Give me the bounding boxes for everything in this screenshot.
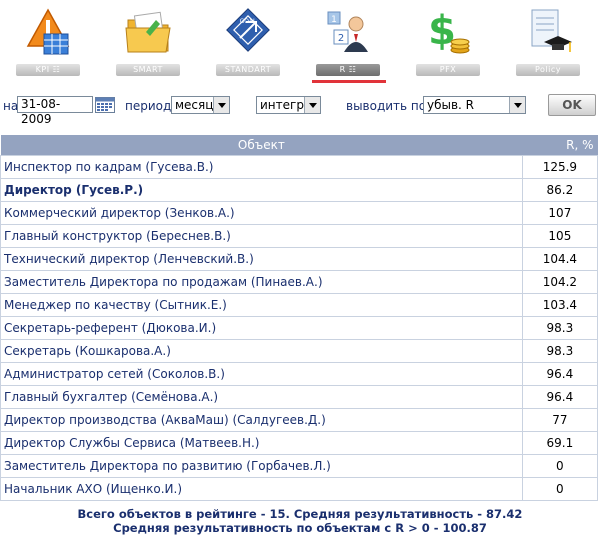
summary-positive-line: Средняя результативность по объектам с R… [113,521,487,535]
chevron-down-icon [213,97,229,113]
r-value-cell: 98.3 [521,316,599,340]
nav-item-policy[interactable]: Policy [516,0,580,80]
r-value-cell: 96.4 [521,385,599,409]
ok-button[interactable]: OK [548,94,596,116]
r-value-cell: 103.4 [521,293,599,317]
nav-label-smart: SMART [116,64,180,76]
summary-total-line: Всего объектов в рейтинге - 15. Средняя … [77,507,523,521]
object-name-cell[interactable]: Менеджер по качеству (Сытник.Е.) [0,293,523,317]
table-row[interactable]: Секретарь (Кошкарова.А.) 98.3 [0,339,599,363]
table-row[interactable]: Секретарь-референт (Дюкова.И.) 98.3 [0,316,599,340]
r-value-cell: 96.4 [521,362,599,386]
table-row[interactable]: Инспектор по кадрам (Гусева.В.) 125.9 [0,155,599,179]
r-value-cell: 86.2 [521,178,599,202]
object-name-cell[interactable]: Директор производства (АкваМаш) (Салдуге… [0,408,523,432]
type-select[interactable]: интеграл [256,96,321,114]
policy-scroll-cap-icon [531,9,572,52]
object-name-cell[interactable]: Директор Службы Сервиса (Матвеев.Н.) [0,431,523,455]
nav-item-kpi[interactable]: KPI ☷ [16,0,80,80]
module-toolbar: KPI ☷ SMART GOAL STANDART 1 2 R ☷ $ PFX … [0,0,600,86]
nav-item-smart[interactable]: SMART [116,0,180,80]
chevron-down-icon [509,97,525,113]
column-header-r[interactable]: R, % [522,135,598,156]
object-name-cell[interactable]: Администратор сетей (Соколов.В.) [0,362,523,386]
pfx-dollar-coins-icon: $ [428,8,470,54]
filter-bar: на 31-08-2009 период месяц интеграл выво… [0,93,600,126]
standart-goal-icon: GOAL [226,8,270,52]
r-value-cell: 105 [521,224,599,248]
active-tab-indicator [312,80,386,83]
nav-label-r: R ☷ [316,64,380,76]
rating-table: Объект R, % Инспектор по кадрам (Гусева.… [0,135,599,501]
smart-folder-icon [125,11,171,53]
r-value-cell: 104.2 [521,270,599,294]
r-value-cell: 0 [521,477,599,501]
r-person-icon: 1 2 [327,11,368,52]
date-input[interactable]: 31-08-2009 [17,96,93,126]
object-name-cell[interactable]: Главный бухгалтер (Семёнова.А.) [0,385,523,409]
r-value-cell: 107 [521,201,599,225]
table-row[interactable]: Главный конструктор (Береснев.В.) 105 [0,224,599,248]
r-value-cell: 98.3 [521,339,599,363]
object-name-cell[interactable]: Заместитель Директора по продажам (Пинае… [0,270,523,294]
table-row[interactable]: Технический директор (Ленчевский.В.) 104.… [0,247,599,271]
table-row[interactable]: Администратор сетей (Соколов.В.) 96.4 [0,362,599,386]
table-row[interactable]: Директор производства (АкваМаш) (Салдуге… [0,408,599,432]
table-row[interactable]: Начальник АХО (Ищенко.И.) 0 [0,477,599,501]
rating-summary: Всего объектов в рейтинге - 15. Средняя … [0,507,600,535]
table-row[interactable]: Заместитель Директора по продажам (Пинае… [0,270,599,294]
sort-select[interactable]: убыв. R [423,96,526,114]
period-select-value: месяц [175,98,214,112]
table-row[interactable]: Главный бухгалтер (Семёнова.А.) 96.4 [0,385,599,409]
object-name-cell[interactable]: Секретарь (Кошкарова.А.) [0,339,523,363]
r-value-cell: 0 [521,454,599,478]
table-row[interactable]: Коммерческий директор (Зенков.А.) 107 [0,201,599,225]
nav-item-pfx[interactable]: $ PFX [416,0,480,80]
nav-item-standart[interactable]: GOAL STANDART [216,0,280,80]
nav-item-r[interactable]: 1 2 R ☷ [316,0,380,80]
object-name-cell[interactable]: Секретарь-референт (Дюкова.И.) [0,316,523,340]
nav-label-kpi: KPI ☷ [16,64,80,76]
r-value-cell: 104.4 [521,247,599,271]
object-name-cell[interactable]: Главный конструктор (Береснев.В.) [0,224,523,248]
table-header-row: Объект R, % [0,135,598,156]
calendar-icon[interactable] [95,97,115,113]
object-name-cell[interactable]: Начальник АХО (Ищенко.И.) [0,477,523,501]
object-name-cell[interactable]: Инспектор по кадрам (Гусева.В.) [0,155,523,179]
table-row[interactable]: Директор (Гусев.Р.) 86.2 [0,178,599,202]
svg-text:1: 1 [331,15,337,25]
object-name-cell[interactable]: Директор (Гусев.Р.) [0,178,523,202]
nav-label-pfx: PFX [416,64,480,76]
column-header-object[interactable]: Объект [0,135,523,156]
r-value-cell: 125.9 [521,155,599,179]
period-select[interactable]: месяц [171,96,230,114]
r-value-cell: 77 [521,408,599,432]
object-name-cell[interactable]: Заместитель Директора по развитию (Горба… [0,454,523,478]
table-row[interactable]: Директор Службы Сервиса (Матвеев.Н.) 69.1 [0,431,599,455]
chevron-down-icon [304,97,320,113]
period-label: период [125,99,172,113]
svg-text:2: 2 [338,33,344,44]
sort-select-value: убыв. R [427,98,475,112]
nav-label-policy: Policy [516,64,580,76]
r-value-cell: 69.1 [521,431,599,455]
table-row[interactable]: Менеджер по качеству (Сытник.Е.) 103.4 [0,293,599,317]
object-name-cell[interactable]: Технический директор (Ленчевский.В.) [0,247,523,271]
nav-label-standart: STANDART [216,64,280,76]
kpi-warning-table-icon [26,8,70,55]
date-prefix-label: на [3,99,19,113]
output-label: выводить по [346,99,427,113]
table-row[interactable]: Заместитель Директора по развитию (Горба… [0,454,599,478]
object-name-cell[interactable]: Коммерческий директор (Зенков.А.) [0,201,523,225]
